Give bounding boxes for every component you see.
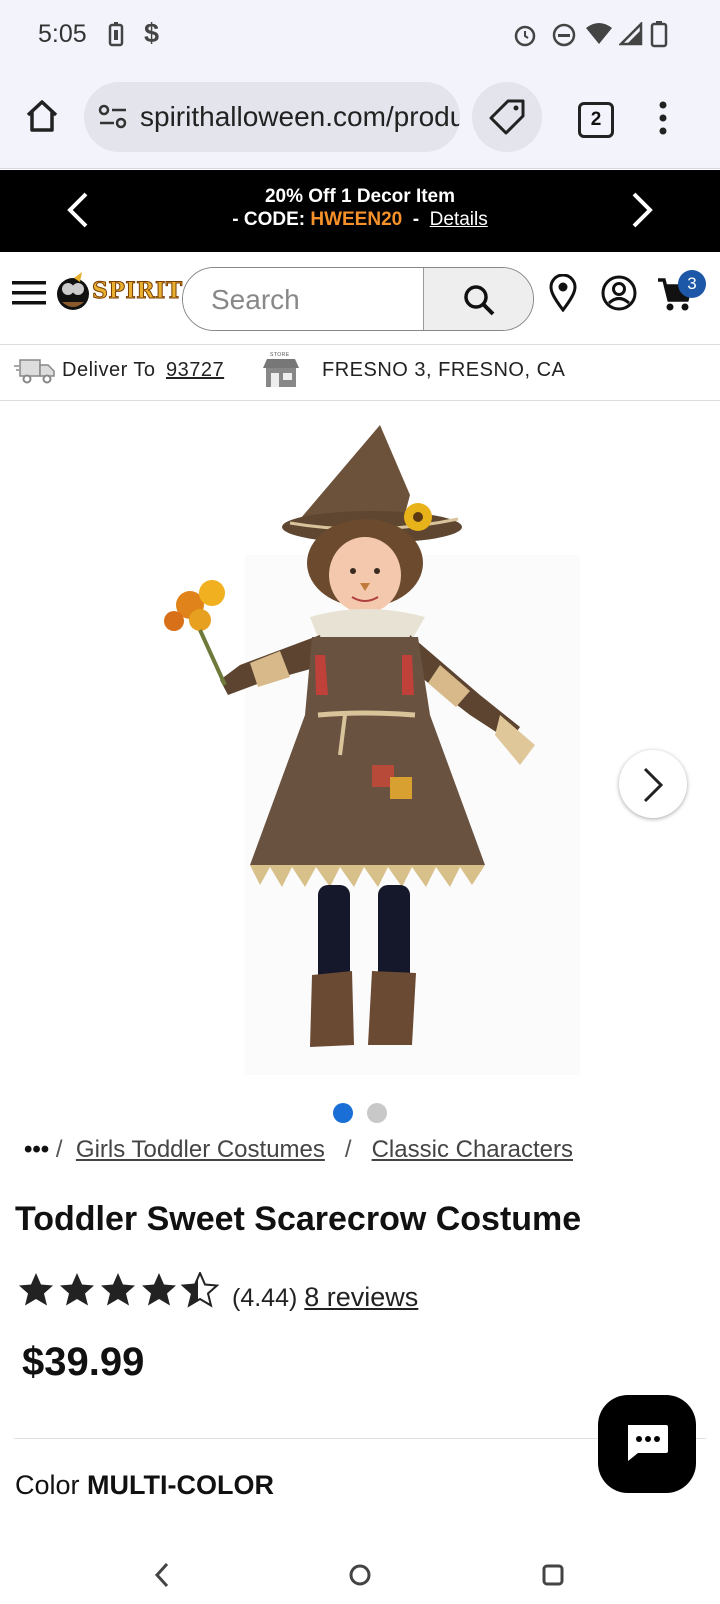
logo-wordmark: SPIRIT: [92, 278, 183, 305]
search-icon: [464, 285, 495, 316]
back-icon[interactable]: [154, 1562, 170, 1588]
more-options-icon[interactable]: [658, 100, 668, 136]
store-location[interactable]: FRESNO 3, FRESNO, CA: [322, 359, 565, 382]
delivery-truck-icon: [14, 359, 55, 384]
alarm-icon: [514, 25, 536, 47]
breadcrumb: ••• / Girls Toddler Costumes / Classic C…: [24, 1136, 573, 1164]
breadcrumb-link-classic-characters[interactable]: Classic Characters: [372, 1136, 573, 1163]
breadcrumb-link-girls-toddler-costumes[interactable]: Girls Toddler Costumes: [76, 1136, 325, 1163]
chevron-right-icon: [643, 767, 664, 803]
dollar-icon: $: [144, 18, 160, 48]
deliver-to-label: Deliver To: [62, 359, 156, 381]
chevron-right-icon[interactable]: [630, 190, 656, 230]
site-header: SPIRIT 3: [0, 252, 720, 345]
promo-separator: -: [412, 209, 420, 230]
color-label: Color: [15, 1470, 80, 1500]
browser-toolbar: spirithalloween.com/products/toddler-swe…: [0, 70, 720, 169]
do-not-disturb-icon: [552, 23, 576, 47]
star-rating[interactable]: [18, 1272, 222, 1308]
delivery-bar: Deliver To 93727 STORE FRESNO 3, FRESNO,…: [0, 344, 720, 401]
promo-code-prefix: - CODE:: [232, 209, 306, 230]
skull-logo-icon: [57, 272, 89, 310]
spirit-logo[interactable]: SPIRIT: [54, 272, 183, 312]
breadcrumb-separator: /: [55, 1136, 63, 1163]
promo-title: 20% Off 1 Decor Item: [264, 186, 456, 207]
star-icon: [19, 1273, 53, 1306]
breadcrumb-separator: /: [344, 1136, 352, 1163]
promo-banner: 20% Off 1 Decor Item - CODE: HWEEN20 - D…: [0, 170, 720, 252]
store-icon: STORE: [262, 352, 300, 388]
recents-icon[interactable]: [542, 1564, 564, 1586]
cart-count-badge: 3: [678, 270, 706, 298]
search-button[interactable]: [423, 268, 533, 330]
price-tag-button[interactable]: [472, 82, 542, 152]
store-locator-icon[interactable]: [548, 274, 578, 312]
battery-saver-icon: [108, 22, 124, 47]
search-input[interactable]: [183, 268, 451, 330]
product-image-carousel[interactable]: [0, 401, 720, 1123]
rating-summary: (4.44) 8 reviews: [232, 1282, 418, 1313]
tab-switcher-button[interactable]: 2: [578, 102, 614, 138]
product-price: $39.99: [22, 1340, 145, 1384]
battery-icon: [650, 21, 668, 48]
carousel-dot[interactable]: [367, 1103, 387, 1123]
product-title: Toddler Sweet Scarecrow Costume: [15, 1200, 582, 1238]
account-icon[interactable]: [600, 274, 638, 312]
carousel-next-button[interactable]: [619, 750, 687, 818]
home-circle-icon[interactable]: [349, 1564, 371, 1586]
promo-details-link[interactable]: Details: [430, 209, 488, 230]
hamburger-menu-icon[interactable]: [12, 280, 46, 306]
product-image: [164, 425, 580, 1075]
breadcrumb-more[interactable]: •••: [24, 1136, 49, 1163]
color-value: MULTI-COLOR: [87, 1470, 275, 1500]
status-bar: 5:05 $: [0, 0, 720, 70]
star-icon: [101, 1273, 135, 1306]
star-icon: [142, 1273, 176, 1306]
chat-button[interactable]: [598, 1395, 696, 1493]
site-settings-icon[interactable]: [98, 104, 128, 130]
tag-icon: [489, 99, 525, 135]
zip-code-link[interactable]: 93727: [166, 359, 224, 382]
rating-value: (4.44): [232, 1284, 298, 1312]
url-bar[interactable]: spirithalloween.com/products/toddler-swe…: [84, 82, 460, 152]
chat-bubble-icon: [628, 1425, 668, 1461]
home-icon[interactable]: [24, 98, 60, 134]
search-bar: [182, 267, 534, 331]
half-star-icon: [180, 1272, 220, 1308]
color-selector-label: Color MULTI-COLOR: [15, 1470, 274, 1501]
reviews-link[interactable]: 8 reviews: [304, 1282, 418, 1312]
status-time: 5:05: [38, 20, 87, 48]
star-icon: [60, 1273, 94, 1306]
system-nav-bar: [0, 1524, 720, 1604]
cellular-signal-icon: [619, 22, 643, 46]
wifi-icon: [586, 23, 612, 44]
url-text[interactable]: spirithalloween.com/products/toddler-swe…: [140, 101, 460, 133]
carousel-dot-active[interactable]: [333, 1103, 353, 1123]
promo-code-line: - CODE: HWEEN20 - Details: [0, 209, 720, 231]
promo-code: HWEEN20: [310, 209, 403, 230]
